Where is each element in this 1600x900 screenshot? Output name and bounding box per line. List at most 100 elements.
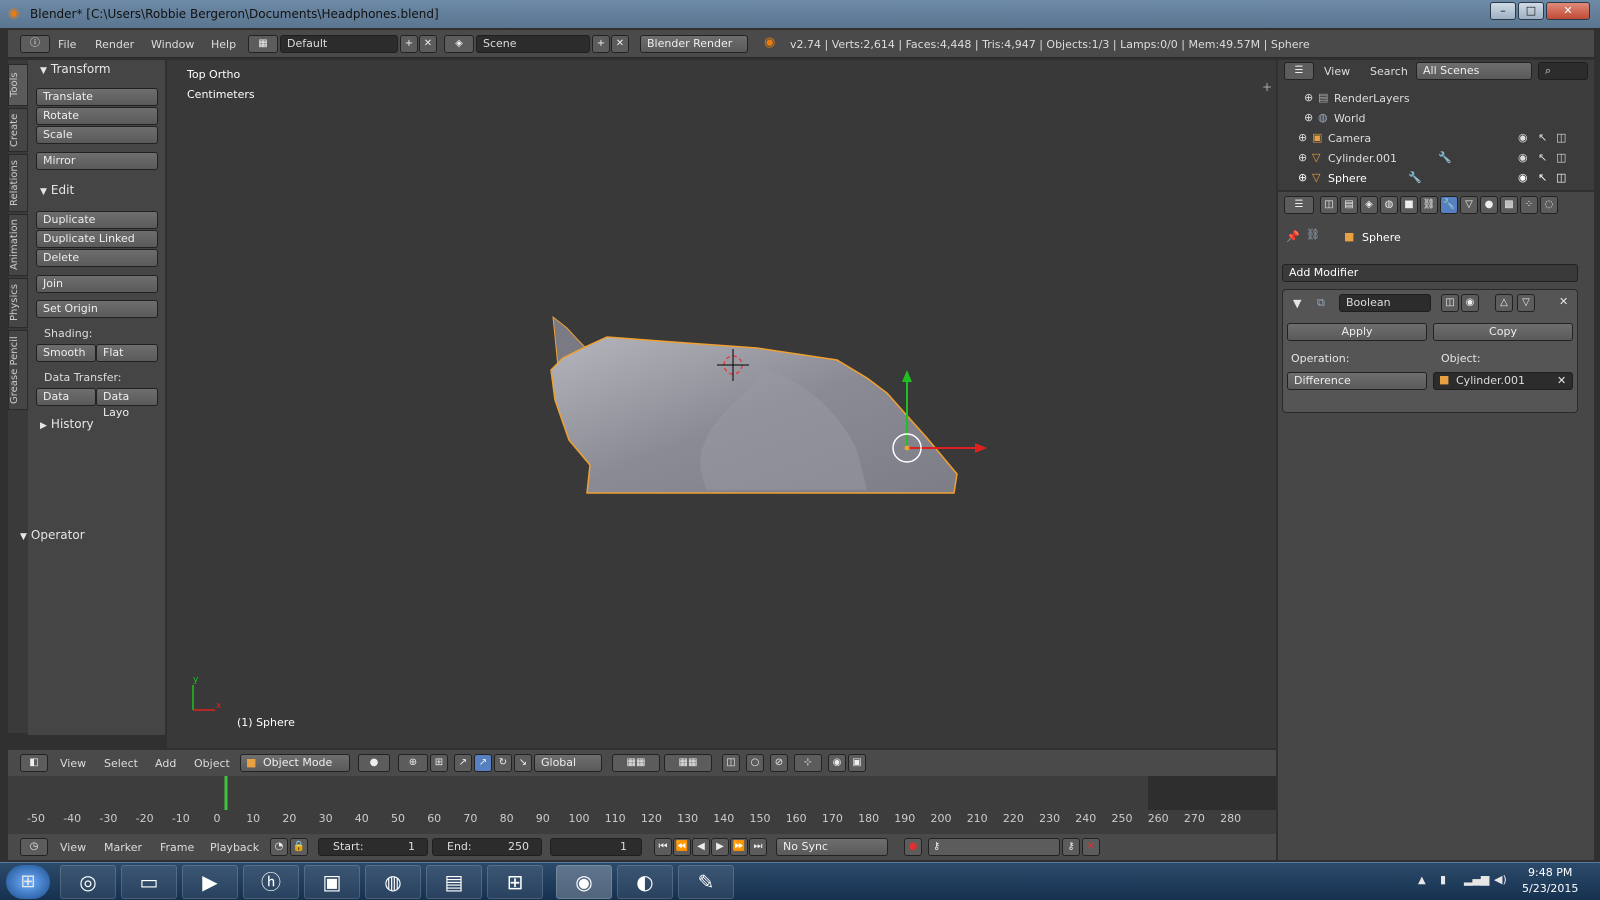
menu-add[interactable]: Add [155, 757, 176, 770]
flat-button[interactable]: Flat [96, 344, 158, 362]
end-frame-field[interactable]: End: 250 [432, 838, 542, 856]
jump-end-icon[interactable]: ⏭ [749, 838, 767, 856]
layers-grid-icon[interactable]: ▦▦ [612, 754, 660, 772]
clock-date[interactable]: 5/23/2015 [1522, 882, 1578, 895]
camera-icon[interactable]: ◫ [1556, 171, 1566, 184]
move-down-icon[interactable]: ▽ [1517, 294, 1535, 312]
clear-object-icon[interactable]: ✕ [1557, 374, 1566, 387]
tab-grease-pencil[interactable]: Grease Pencil [8, 330, 28, 410]
battery-icon[interactable]: ▮ [1440, 873, 1446, 886]
scale-button[interactable]: Scale [36, 126, 158, 144]
data-button[interactable]: Data [36, 388, 96, 406]
smooth-button[interactable]: Smooth [36, 344, 96, 362]
rotate-button[interactable]: Rotate [36, 107, 158, 125]
viewport-shading-icon[interactable]: ● [358, 754, 390, 772]
duplicate-button[interactable]: Duplicate [36, 211, 158, 229]
menu-playback[interactable]: Playback [210, 841, 259, 854]
timeline-canvas[interactable] [8, 776, 1276, 810]
office-icon[interactable]: ▣ [304, 865, 360, 899]
move-manipulator-icon[interactable]: ↗ [474, 754, 492, 772]
scene-canvas[interactable] [167, 60, 1276, 748]
cursor-icon[interactable]: ↖ [1538, 131, 1547, 144]
join-button[interactable]: Join [36, 275, 158, 293]
expand-icon[interactable]: ⊕ [1304, 111, 1313, 124]
lock-camera-icon[interactable]: ◫ [722, 754, 740, 772]
blender-icon[interactable]: ◉ [556, 865, 612, 899]
cursor-icon[interactable]: ↖ [1538, 151, 1547, 164]
menu-object[interactable]: Object [194, 757, 230, 770]
editor-type-icon[interactable]: ◷ [20, 838, 48, 856]
world-tab-icon[interactable]: ◍ [1380, 196, 1398, 214]
expand-icon[interactable]: ⊕ [1298, 131, 1307, 144]
particles-tab-icon[interactable]: ⁘ [1520, 196, 1538, 214]
tab-animation[interactable]: Animation [8, 214, 28, 276]
media-player-icon[interactable]: ▶ [182, 865, 238, 899]
menu-help[interactable]: Help [211, 38, 236, 51]
mode-dropdown[interactable]: Object Mode [240, 754, 350, 772]
tab-relations[interactable]: Relations [8, 154, 28, 212]
object-field[interactable]: Cylinder.001 [1433, 372, 1573, 390]
camera-icon[interactable]: ◫ [1556, 131, 1566, 144]
menu-window[interactable]: Window [151, 38, 194, 51]
physics-tab-icon[interactable]: ◌ [1540, 196, 1558, 214]
menu-select[interactable]: Select [104, 757, 138, 770]
clock-time[interactable]: 9:48 PM [1528, 866, 1572, 879]
selected-mesh[interactable] [550, 315, 958, 494]
close-button[interactable]: ✕ [1546, 2, 1590, 20]
timeline[interactable]: -50 -40 -30 -20 -10 0 10 20 30 40 50 60 70 80 90 100 110… [8, 776, 1276, 834]
move-up-icon[interactable]: △ [1495, 294, 1513, 312]
apply-button[interactable]: Apply [1287, 323, 1427, 341]
snap-toggle-icon[interactable]: ⊘ [770, 754, 788, 772]
viewport-toggle-icon[interactable]: ◉ [1461, 294, 1479, 312]
remove-layout-icon[interactable]: ✕ [419, 35, 437, 53]
eye-icon[interactable]: ◉ [1518, 171, 1528, 184]
scene-tab-icon[interactable]: ◈ [1360, 196, 1378, 214]
layers-tab-icon[interactable]: ▤ [1340, 196, 1358, 214]
delete-keyframe-icon[interactable]: ✕ [1082, 838, 1100, 856]
paint-icon[interactable]: ✎ [678, 865, 734, 899]
operation-dropdown[interactable]: Difference [1287, 372, 1427, 390]
menu-marker[interactable]: Marker [104, 841, 142, 854]
outliner-row[interactable]: ⊕ ◍ World [1278, 110, 1578, 130]
add-scene-icon[interactable]: + [592, 35, 610, 53]
menu-frame[interactable]: Frame [160, 841, 194, 854]
play-reverse-icon[interactable]: ◀ [692, 838, 710, 856]
start-button[interactable]: ⊞ [6, 865, 50, 899]
file-explorer-icon[interactable]: ▭ [121, 865, 177, 899]
proportional-edit-icon[interactable]: ○ [746, 754, 764, 772]
render-animation-icon[interactable]: ▣ [848, 754, 866, 772]
texture-tab-icon[interactable]: ▩ [1500, 196, 1518, 214]
menu-file[interactable]: File [58, 38, 76, 51]
display-mode-dropdown[interactable]: All Scenes [1416, 62, 1532, 80]
expand-icon[interactable]: ⊕ [1304, 91, 1313, 104]
modifiers-tab-icon[interactable]: 🔧 [1440, 196, 1458, 214]
jump-start-icon[interactable]: ⏮ [654, 838, 672, 856]
jump-keyframe-forward-icon[interactable]: ⏩ [730, 838, 748, 856]
insert-keyframe-icon[interactable]: ⚷ [1062, 838, 1080, 856]
manipulator-toggle-icon[interactable]: ⊞ [430, 754, 448, 772]
outliner-row[interactable]: ⊕ ▽ Sphere 🔧 ◉ ↖ ◫ [1278, 170, 1578, 190]
outliner-row[interactable]: ⊕ ▤ RenderLayers [1278, 90, 1578, 110]
translate-manipulator-icon[interactable]: ↗ [454, 754, 472, 772]
menu-render[interactable]: Render [95, 38, 134, 51]
panel-transform-header[interactable]: ▼ Transform [40, 62, 111, 76]
lock-icon[interactable]: 🔒 [290, 838, 308, 856]
windows-icon[interactable]: ⊞ [487, 865, 543, 899]
hp-icon[interactable]: ⓗ [243, 865, 299, 899]
expand-icon[interactable]: ⊕ [1298, 171, 1307, 184]
viewer-icon[interactable]: ◐ [617, 865, 673, 899]
current-frame-field[interactable]: 1 [550, 838, 642, 856]
show-hidden-icon[interactable]: ▲ [1418, 875, 1426, 886]
snap-element-icon[interactable]: ⊹ [794, 754, 822, 772]
pivot-icon[interactable]: ⊕ [398, 754, 428, 772]
clock-icon[interactable]: ◔ [270, 838, 288, 856]
pin-icon[interactable]: 📌 [1286, 230, 1300, 243]
duplicate-linked-button[interactable]: Duplicate Linked [36, 230, 158, 248]
render-tab-icon[interactable]: ◫ [1320, 196, 1338, 214]
properties-editor-icon[interactable]: ☰ [1284, 196, 1314, 214]
menu-view[interactable]: View [60, 841, 86, 854]
volume-icon[interactable]: ◀) [1494, 873, 1507, 886]
chrome-icon[interactable]: ◎ [60, 865, 116, 899]
camera-icon[interactable]: ◫ [1556, 151, 1566, 164]
scene-field[interactable]: Scene [476, 35, 590, 53]
